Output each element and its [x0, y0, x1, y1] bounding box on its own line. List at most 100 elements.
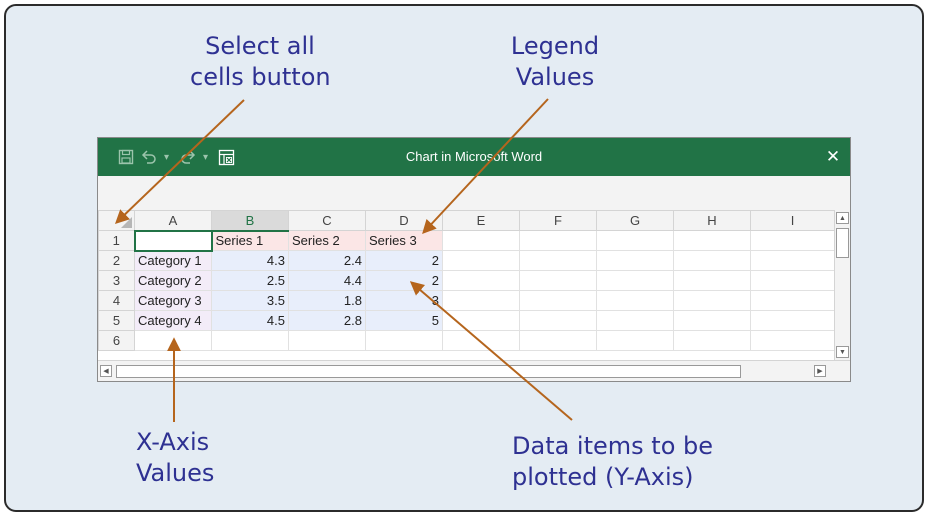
cell[interactable] [288, 330, 366, 351]
callout-legend: Legend Values [485, 31, 625, 93]
cell[interactable] [673, 250, 751, 271]
close-button[interactable]: ✕ [816, 138, 850, 176]
legend-cell[interactable]: Series 3 [365, 230, 443, 251]
window-title: Chart in Microsoft Word [405, 149, 543, 164]
cell[interactable] [596, 230, 674, 251]
value-cell[interactable]: 2 [365, 270, 443, 291]
callout-line: Select all [205, 32, 315, 60]
cell[interactable] [519, 270, 597, 291]
column-header[interactable]: G [596, 210, 674, 231]
callout-line: Values [136, 459, 215, 487]
cell[interactable] [365, 330, 443, 351]
cell[interactable] [750, 230, 835, 251]
value-cell[interactable]: 4.4 [288, 270, 366, 291]
table-row: 1 Series 1 Series 2 Series 3 [98, 229, 835, 252]
column-header[interactable]: A [134, 210, 212, 231]
cell[interactable] [442, 250, 520, 271]
row-header[interactable]: 5 [98, 310, 135, 331]
cell[interactable] [519, 250, 597, 271]
table-row: 4 Category 3 3.5 1.8 3 [98, 290, 835, 311]
cell[interactable] [519, 330, 597, 351]
category-cell[interactable]: Category 2 [134, 270, 212, 291]
value-cell[interactable]: 2.5 [211, 270, 289, 291]
scroll-right-icon[interactable]: ▶ [814, 365, 826, 377]
row-header[interactable]: 4 [98, 290, 135, 311]
value-cell[interactable]: 2.8 [288, 310, 366, 331]
cell[interactable] [750, 250, 835, 271]
spreadsheet-grid: A B C D E F G H I 1 Series 1 Series 2 Se… [98, 210, 835, 351]
callout-x-axis: X-Axis Values [136, 427, 214, 489]
cell[interactable] [673, 290, 751, 311]
scroll-up-icon[interactable]: ▲ [836, 212, 849, 224]
row-header[interactable]: 6 [98, 330, 135, 351]
row-header[interactable]: 2 [98, 250, 135, 271]
excel-window: ▾ ▾ Chart in Microsoft Word ✕ A B C D E … [97, 137, 851, 382]
value-cell[interactable]: 1.8 [288, 290, 366, 311]
column-header[interactable]: D [365, 210, 443, 231]
cell[interactable] [596, 290, 674, 311]
cell[interactable] [519, 230, 597, 251]
callout-line: Data items to be [512, 432, 714, 460]
legend-cell[interactable]: Series 1 [211, 230, 289, 251]
cell[interactable] [750, 290, 835, 311]
title-bar: ▾ ▾ Chart in Microsoft Word ✕ [98, 138, 850, 176]
ribbon-area [98, 176, 850, 210]
row-header[interactable]: 1 [98, 230, 135, 251]
scroll-left-icon[interactable]: ◀ [100, 365, 112, 377]
cell[interactable] [442, 310, 520, 331]
cell[interactable] [442, 330, 520, 351]
row-header[interactable]: 3 [98, 270, 135, 291]
value-cell[interactable]: 4.5 [211, 310, 289, 331]
value-cell[interactable]: 2 [365, 250, 443, 271]
column-header[interactable]: C [288, 210, 366, 231]
callout-line: X-Axis [136, 428, 210, 456]
cell[interactable] [519, 290, 597, 311]
cell[interactable] [134, 330, 212, 351]
value-cell[interactable]: 5 [365, 310, 443, 331]
category-cell[interactable]: Category 1 [134, 250, 212, 271]
cell[interactable] [673, 310, 751, 331]
cell[interactable] [673, 230, 751, 251]
select-all-button[interactable] [98, 210, 135, 231]
column-header[interactable]: F [519, 210, 597, 231]
column-header[interactable]: H [673, 210, 751, 231]
column-header[interactable]: B [211, 210, 289, 232]
cell[interactable] [750, 270, 835, 291]
callout-data-items: Data items to be plotted (Y-Axis) [512, 431, 713, 493]
table-row: 2 Category 1 4.3 2.4 2 [98, 250, 835, 271]
cell[interactable] [596, 330, 674, 351]
horizontal-scroll-thumb[interactable] [116, 365, 741, 378]
cell[interactable] [596, 250, 674, 271]
cell[interactable] [442, 290, 520, 311]
category-cell[interactable]: Category 3 [134, 290, 212, 311]
category-cell[interactable]: Category 4 [134, 310, 212, 331]
cell[interactable] [750, 310, 835, 331]
cell[interactable] [211, 330, 289, 351]
cell[interactable] [673, 270, 751, 291]
value-cell[interactable]: 3.5 [211, 290, 289, 311]
value-cell[interactable]: 2.4 [288, 250, 366, 271]
callout-line: cells button [190, 63, 331, 91]
column-header-row: A B C D E F G H I [98, 210, 835, 232]
cell[interactable] [750, 330, 835, 351]
cell[interactable] [596, 270, 674, 291]
value-cell[interactable]: 4.3 [211, 250, 289, 271]
horizontal-scrollbar[interactable]: ◀ ▶ [98, 360, 850, 381]
column-header[interactable]: E [442, 210, 520, 231]
cell[interactable] [519, 310, 597, 331]
callout-select-all: Select all cells button [190, 31, 331, 93]
table-row: 6 [98, 330, 835, 351]
vertical-scroll-thumb[interactable] [836, 228, 849, 258]
cell[interactable] [442, 270, 520, 291]
cell[interactable] [442, 230, 520, 251]
vertical-scrollbar[interactable]: ▲ ▼ [834, 210, 850, 360]
value-cell[interactable]: 3 [365, 290, 443, 311]
table-row: 3 Category 2 2.5 4.4 2 [98, 270, 835, 291]
cell[interactable] [133, 229, 213, 252]
cell[interactable] [596, 310, 674, 331]
column-header[interactable]: I [750, 210, 835, 231]
scroll-down-icon[interactable]: ▼ [836, 346, 849, 358]
callout-line: Legend [510, 32, 600, 60]
cell[interactable] [673, 330, 751, 351]
legend-cell[interactable]: Series 2 [288, 230, 366, 251]
